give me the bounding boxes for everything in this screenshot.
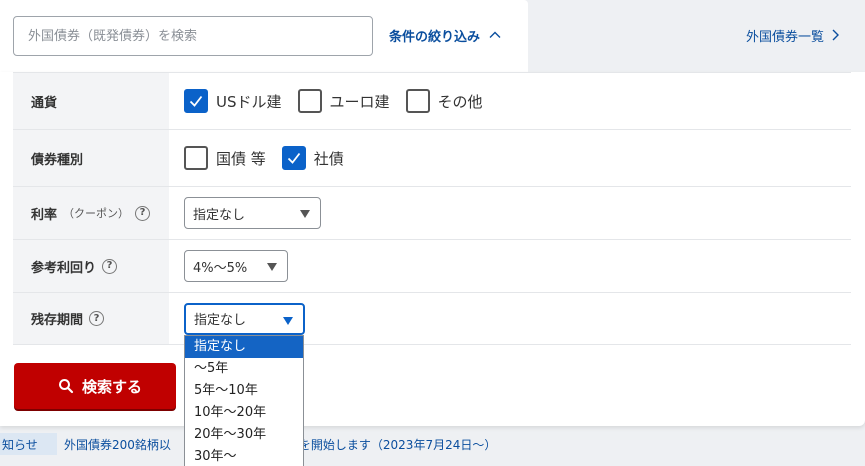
news-badge: 知らせ bbox=[0, 433, 57, 455]
yield-label-text: 参考利回り bbox=[31, 260, 97, 276]
help-icon[interactable]: ? bbox=[102, 258, 118, 274]
chevron-up-icon bbox=[489, 31, 501, 38]
help-icon[interactable]: ? bbox=[135, 205, 151, 221]
remaining-term-label-text: 残存期間 bbox=[31, 313, 84, 328]
news-text-before: 外国債券200銘柄以 bbox=[64, 437, 171, 452]
check-icon bbox=[189, 95, 203, 107]
checkbox-usd-label: USドル建 bbox=[216, 92, 282, 111]
interest-rate-select[interactable]: 指定なし bbox=[184, 197, 321, 229]
search-button[interactable]: 検索する bbox=[14, 363, 176, 409]
filter-row-remaining-term: 残存期間 ? 指定なし bbox=[13, 292, 851, 345]
chevron-right-icon bbox=[832, 29, 840, 41]
checkbox-other-label: その他 bbox=[437, 92, 483, 111]
checkbox-other-box[interactable] bbox=[405, 89, 430, 113]
interest-rate-select-value: 指定なし bbox=[193, 207, 246, 223]
checkbox-usd[interactable]: USドル建 bbox=[184, 89, 282, 113]
checkbox-corporate-bond[interactable]: 社債 bbox=[281, 146, 344, 170]
dropdown-option[interactable]: 5年〜10年 bbox=[185, 380, 303, 402]
interest-rate-control: 指定なし bbox=[169, 187, 851, 239]
yield-control: 4%〜5% bbox=[169, 240, 851, 292]
dropdown-option[interactable]: 20年〜30年 bbox=[185, 424, 303, 446]
currency-label: 通貨 bbox=[13, 73, 169, 129]
checkbox-government-bond[interactable]: 国債 等 bbox=[184, 146, 266, 170]
bond-type-label-text: 債券種別 bbox=[31, 152, 84, 168]
search-input[interactable] bbox=[13, 16, 373, 56]
bond-list-label: 外国債券一覧 bbox=[746, 29, 825, 45]
bond-type-label: 債券種別 bbox=[13, 130, 169, 186]
filter-row-currency: 通貨 USドル建 ユーロ建 その他 bbox=[13, 72, 851, 129]
filter-row-bond-type: 債券種別 国債 等 社債 bbox=[13, 129, 851, 186]
yield-label: 参考利回り ? bbox=[13, 240, 169, 292]
interest-rate-label-text: 利率 bbox=[31, 207, 58, 223]
remaining-term-select[interactable]: 指定なし bbox=[184, 302, 305, 335]
checkbox-eur[interactable]: ユーロ建 bbox=[297, 89, 390, 113]
filter-row-yield: 参考利回り ? 4%〜5% bbox=[13, 239, 851, 292]
filter-toggle-button[interactable]: 条件の絞り込み bbox=[389, 24, 502, 46]
filter-table: 通貨 USドル建 ユーロ建 その他 債券種別 国債 等 社債 利率 （クーポン）… bbox=[13, 72, 851, 345]
caret-down-icon bbox=[300, 210, 310, 218]
interest-rate-label: 利率 （クーポン） ? bbox=[13, 187, 169, 239]
dropdown-option[interactable]: 指定なし bbox=[185, 336, 303, 358]
interest-rate-sublabel: （クーポン） bbox=[63, 207, 130, 220]
remaining-term-label: 残存期間 ? bbox=[13, 293, 169, 344]
checkbox-corporate-bond-box[interactable] bbox=[281, 146, 306, 170]
checkbox-corporate-bond-label: 社債 bbox=[313, 149, 344, 168]
bond-type-options: 国債 等 社債 bbox=[169, 130, 851, 186]
filter-toggle-label: 条件の絞り込み bbox=[389, 29, 481, 45]
checkbox-eur-label: ユーロ建 bbox=[329, 92, 390, 111]
bond-list-link[interactable]: 外国債券一覧 bbox=[746, 24, 840, 46]
yield-select[interactable]: 4%〜5% bbox=[184, 250, 288, 282]
help-icon[interactable]: ? bbox=[89, 311, 105, 326]
search-card: 条件の絞り込み bbox=[0, 0, 528, 72]
yield-select-value: 4%〜5% bbox=[193, 260, 248, 276]
caret-down-icon bbox=[283, 316, 293, 325]
checkbox-eur-box[interactable] bbox=[297, 89, 322, 113]
caret-down-icon bbox=[267, 263, 277, 271]
currency-options: USドル建 ユーロ建 その他 bbox=[169, 73, 851, 129]
remaining-term-select-value: 指定なし bbox=[194, 313, 247, 328]
dropdown-option[interactable]: 〜5年 bbox=[185, 358, 303, 380]
search-icon bbox=[59, 379, 74, 394]
checkbox-government-bond-label: 国債 等 bbox=[216, 149, 266, 168]
filter-row-interest-rate: 利率 （クーポン） ? 指定なし bbox=[13, 186, 851, 239]
check-icon bbox=[287, 152, 300, 164]
dropdown-option[interactable]: 30年〜 bbox=[185, 446, 303, 466]
checkbox-other[interactable]: その他 bbox=[405, 89, 483, 113]
checkbox-government-bond-box[interactable] bbox=[184, 146, 208, 170]
search-button-label: 検索する bbox=[82, 377, 143, 396]
currency-label-text: 通貨 bbox=[31, 95, 58, 111]
remaining-term-dropdown-list[interactable]: 指定なし 〜5年 5年〜10年 10年〜20年 20年〜30年 30年〜 bbox=[184, 335, 304, 466]
checkbox-usd-box[interactable] bbox=[184, 89, 208, 113]
dropdown-option[interactable]: 10年〜20年 bbox=[185, 402, 303, 424]
